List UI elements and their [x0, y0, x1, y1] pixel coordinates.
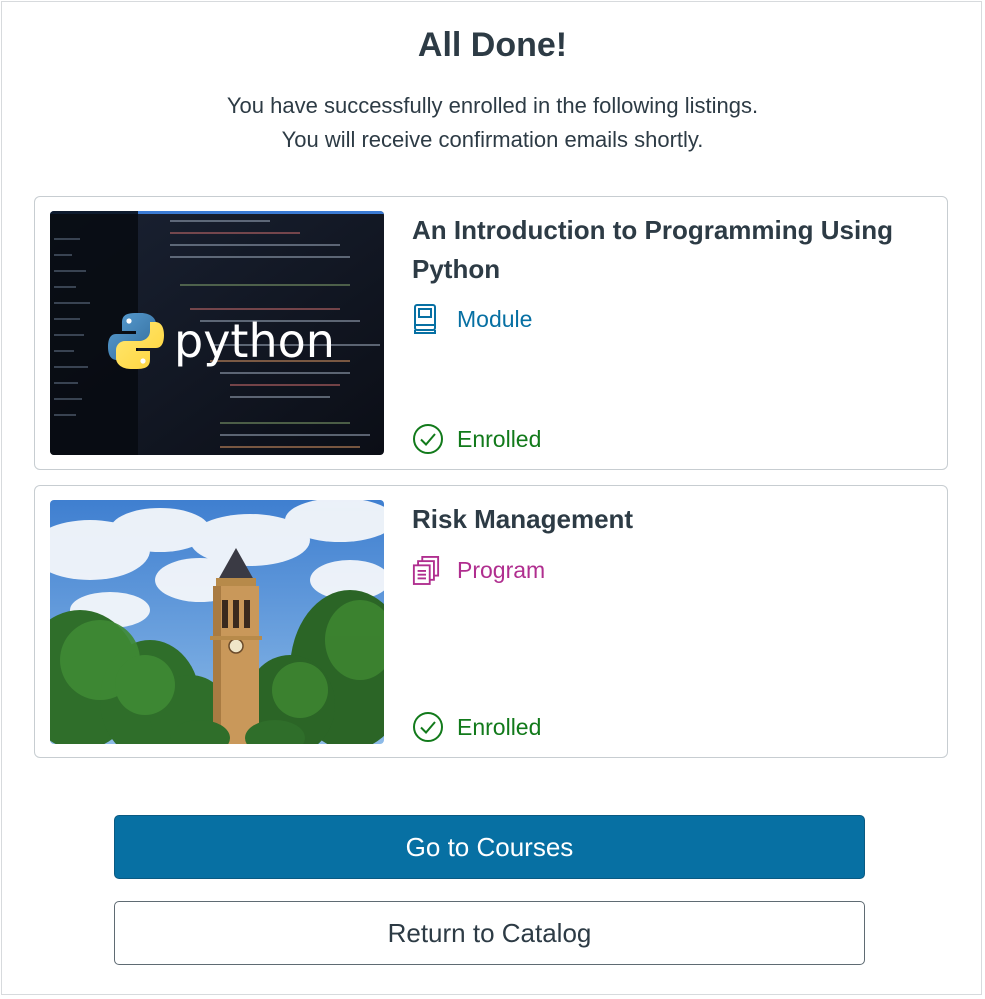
- book-icon: [412, 303, 440, 335]
- python-wordmark: python: [174, 314, 335, 368]
- listing-type-label: Module: [457, 305, 533, 332]
- listing-type: Module: [412, 303, 532, 335]
- page-title: All Done!: [417, 26, 568, 64]
- confirmation-line-1: You have successfully enrolled in the fo…: [226, 93, 759, 118]
- enrollment-status-label: Enrolled: [457, 425, 542, 452]
- listing-card-risk-management[interactable]: Risk Management Program Enrolled: [34, 485, 948, 758]
- campanile-image: [50, 500, 384, 744]
- listing-card-python[interactable]: python An Introduction to Programming Us…: [34, 196, 948, 470]
- confirmation-line-2: You will receive confirmation emails sho…: [281, 127, 704, 152]
- listing-type: Program: [412, 554, 545, 586]
- stacked-documents-icon: [412, 554, 440, 586]
- go-to-courses-button[interactable]: Go to Courses: [114, 815, 865, 879]
- check-circle-icon: [412, 711, 444, 743]
- check-circle-icon: [412, 423, 444, 455]
- enrollment-status-label: Enrolled: [457, 713, 542, 740]
- python-course-image: python: [50, 211, 384, 455]
- listing-title[interactable]: Risk Management: [412, 500, 932, 539]
- enrollment-status: Enrolled: [412, 711, 541, 743]
- confirmation-message: You have successfully enrolled in the fo…: [0, 89, 985, 157]
- enrollment-status: Enrolled: [412, 423, 541, 455]
- listing-type-label: Program: [457, 556, 546, 583]
- return-to-catalog-button[interactable]: Return to Catalog: [114, 901, 865, 965]
- listing-title[interactable]: An Introduction to Programming Using Pyt…: [412, 211, 932, 289]
